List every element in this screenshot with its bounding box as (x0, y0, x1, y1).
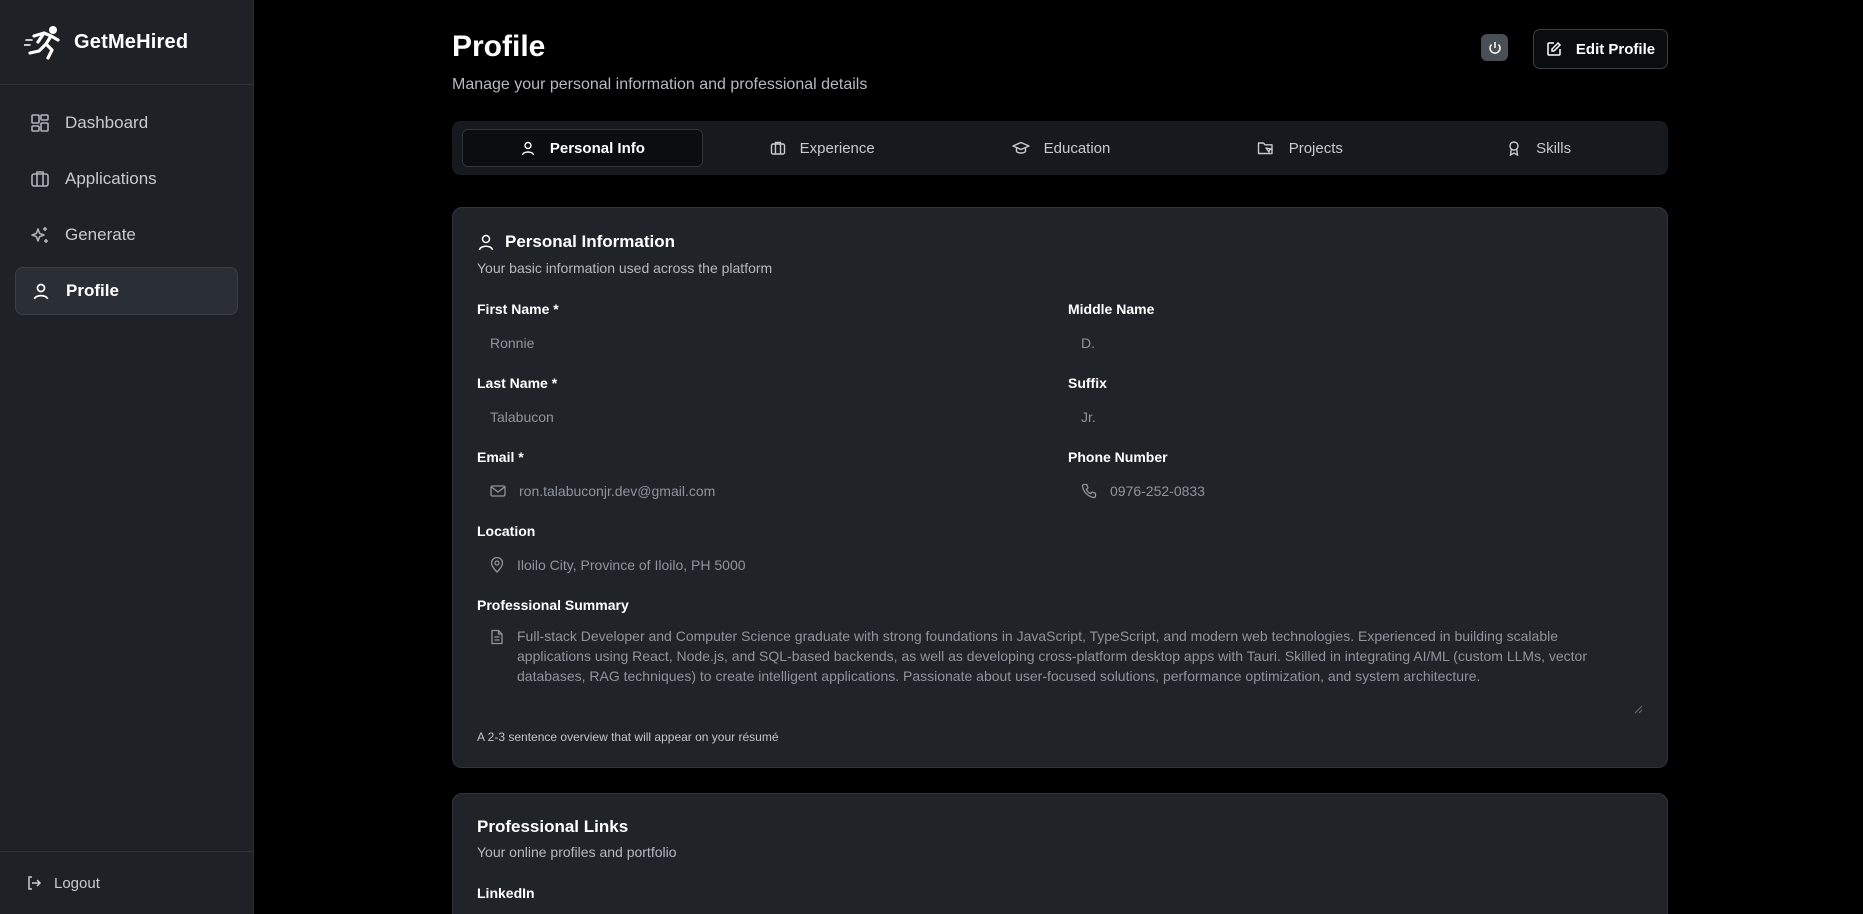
email-value: ron.talabuconjr.dev@gmail.com (519, 483, 716, 499)
resize-grip-icon[interactable] (1634, 705, 1643, 714)
first-name-field[interactable]: Ronnie (477, 325, 1047, 361)
running-person-logo-icon (24, 22, 64, 62)
phone-label: Phone Number (1068, 449, 1168, 465)
tab-skills[interactable]: Skills (1419, 129, 1658, 167)
tab-label: Experience (799, 139, 875, 157)
app-name: GetMeHired (74, 30, 189, 53)
card-description: Your online profiles and portfolio (477, 844, 677, 860)
sidebar-item-generate[interactable]: Generate (15, 211, 238, 259)
logout-icon (26, 875, 42, 891)
mail-icon (490, 484, 506, 498)
first-name-value: Ronnie (490, 335, 535, 351)
sidebar-item-applications[interactable]: Applications (15, 155, 238, 203)
sidebar-item-label: Profile (66, 281, 119, 300)
sidebar-item-label: Dashboard (65, 113, 149, 132)
sparkles-icon (29, 224, 51, 246)
summary-hint: A 2-3 sentence overview that will appear… (477, 730, 779, 744)
location-value: Iloilo City, Province of Iloilo, PH 5000 (517, 557, 746, 573)
tab-label: Skills (1536, 139, 1572, 157)
card-description: Your basic information used across the p… (477, 260, 773, 276)
briefcase-icon (770, 140, 786, 156)
brand[interactable]: GetMeHired (0, 0, 253, 85)
edit-profile-label: Edit Profile (1575, 40, 1656, 58)
edit-profile-button[interactable]: Edit Profile (1533, 29, 1668, 69)
logout-label: Logout (54, 874, 100, 892)
award-icon (1506, 140, 1522, 156)
sidebar-item-dashboard[interactable]: Dashboard (15, 99, 238, 147)
file-text-icon (490, 629, 504, 719)
middle-name-label: Middle Name (1068, 301, 1155, 317)
user-icon (477, 233, 495, 251)
page-header: Profile Manage your personal information… (452, 0, 1668, 120)
sidebar-item-label: Generate (65, 225, 136, 244)
user-icon (30, 280, 52, 302)
edit-icon (1546, 41, 1562, 57)
tab-label: Projects (1288, 139, 1343, 157)
tab-label: Education (1043, 139, 1111, 157)
main-content: Profile Manage your personal information… (452, 0, 1668, 914)
professional-links-card: Professional Links Your online profiles … (452, 793, 1668, 914)
power-button[interactable] (1481, 34, 1508, 61)
location-field[interactable]: Iloilo City, Province of Iloilo, PH 5000 (477, 547, 1645, 583)
tab-label: Personal Info (549, 139, 645, 157)
phone-field[interactable]: 0976-252-0833 (1068, 473, 1645, 509)
suffix-field[interactable]: Jr. (1068, 399, 1645, 435)
card-title-label: Personal Information (505, 232, 676, 251)
email-field[interactable]: ron.talabuconjr.dev@gmail.com (477, 473, 1047, 509)
profile-tabs: Personal Info Experience Education Proje… (452, 121, 1668, 175)
summary-label: Professional Summary (477, 597, 629, 613)
sidebar: GetMeHired Dashboard Applications Genera… (0, 0, 254, 914)
professional-summary-textarea[interactable]: Full-stack Developer and Computer Scienc… (477, 623, 1645, 719)
tab-personal-info[interactable]: Personal Info (462, 129, 703, 167)
summary-value: Full-stack Developer and Computer Scienc… (517, 628, 1587, 684)
sidebar-nav: Dashboard Applications Generate Profile (0, 85, 253, 315)
briefcase-icon (29, 168, 51, 190)
middle-name-field[interactable]: D. (1068, 325, 1645, 361)
page-subtitle: Manage your personal information and pro… (452, 76, 868, 93)
suffix-label: Suffix (1068, 375, 1107, 391)
sidebar-item-label: Applications (65, 169, 157, 188)
linkedin-label: LinkedIn (477, 885, 535, 901)
sidebar-item-profile[interactable]: Profile (15, 267, 238, 315)
last-name-value: Talabucon (490, 409, 554, 425)
user-icon (520, 140, 536, 156)
folder-icon (1257, 140, 1275, 156)
personal-info-card: Personal Information Your basic informat… (452, 207, 1668, 768)
dashboard-icon (29, 112, 51, 134)
suffix-value: Jr. (1081, 409, 1096, 425)
map-pin-icon (490, 557, 504, 573)
tab-projects[interactable]: Projects (1180, 129, 1419, 167)
logout-button[interactable]: Logout (0, 851, 253, 914)
first-name-label: First Name * (477, 301, 559, 317)
card-title: Personal Information (477, 232, 675, 252)
middle-name-value: D. (1081, 335, 1095, 351)
tab-experience[interactable]: Experience (703, 129, 942, 167)
phone-value: 0976-252-0833 (1110, 483, 1205, 499)
phone-icon (1081, 483, 1097, 499)
card-title: Professional Links (477, 817, 628, 837)
last-name-field[interactable]: Talabucon (477, 399, 1047, 435)
last-name-label: Last Name * (477, 375, 558, 391)
email-label: Email * (477, 449, 524, 465)
power-icon (1488, 41, 1501, 54)
page-title: Profile (452, 30, 546, 63)
tab-education[interactable]: Education (942, 129, 1181, 167)
card-title-label: Professional Links (477, 817, 629, 836)
graduation-cap-icon (1011, 140, 1030, 156)
location-label: Location (477, 523, 536, 539)
